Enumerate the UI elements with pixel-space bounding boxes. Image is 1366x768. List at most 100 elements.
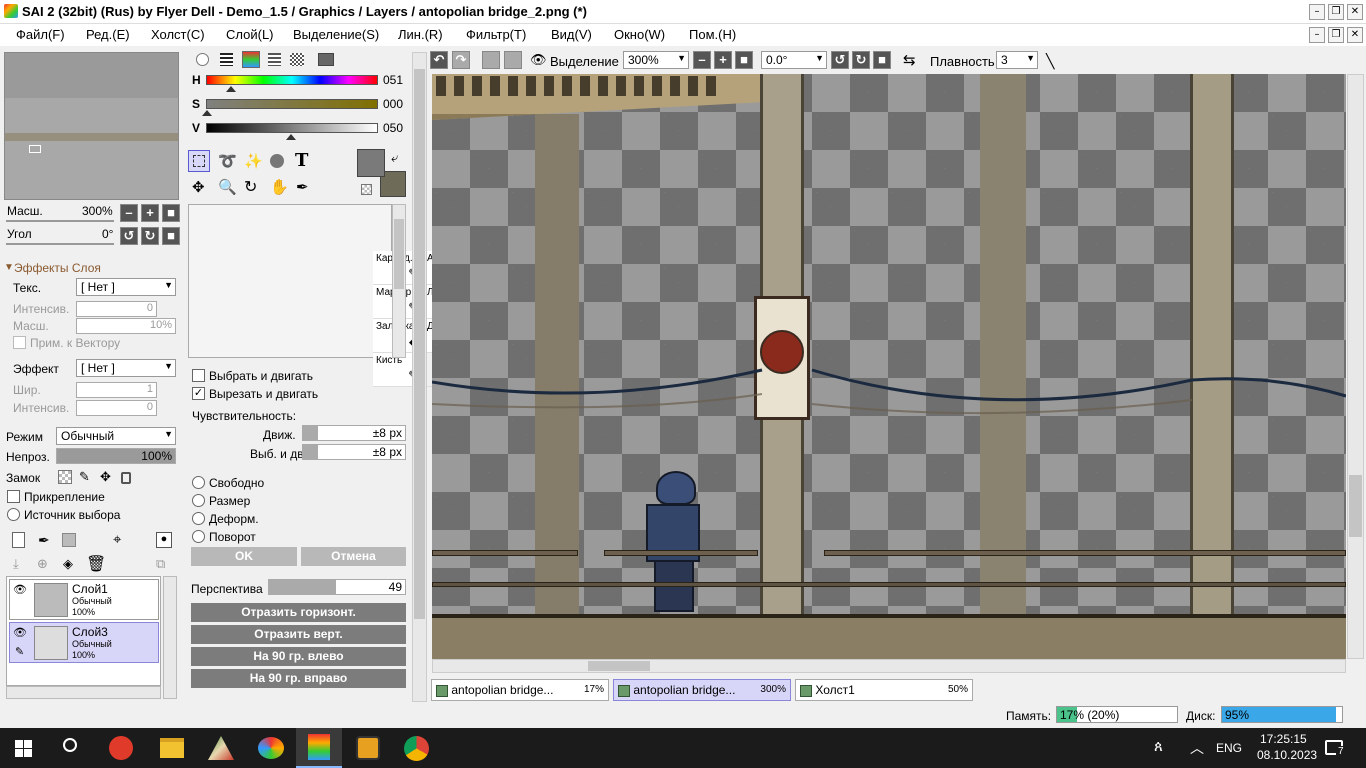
size-radio[interactable]: [192, 494, 205, 507]
person-icon[interactable]: ጰ: [1154, 738, 1163, 755]
clock-date[interactable]: 08.10.2023: [1257, 748, 1317, 762]
scratchpad-icon[interactable]: [318, 53, 334, 66]
rotate-radio[interactable]: [192, 530, 205, 543]
effects-header[interactable]: Эффекты Слоя: [14, 261, 101, 275]
hue-slider[interactable]: [206, 75, 378, 85]
rotate-90-right-button[interactable]: На 90 гр. вправо: [191, 669, 406, 688]
undo-button[interactable]: ↶: [430, 51, 448, 69]
toolbar-zoom-out-button[interactable]: –: [693, 51, 711, 69]
angle-slider[interactable]: [6, 243, 114, 245]
lock-all-icon[interactable]: [121, 472, 131, 484]
menu-ruler[interactable]: Лин.(R): [398, 27, 443, 42]
canvas-hscroll[interactable]: [432, 659, 1346, 673]
menu-selection[interactable]: Выделение(S): [293, 27, 379, 42]
layer-mask-icon[interactable]: ⧉: [156, 556, 165, 572]
magic-wand-icon[interactable]: ✨: [244, 152, 263, 170]
rect-select-icon[interactable]: [188, 150, 210, 172]
new-layer-icon[interactable]: [12, 532, 25, 548]
effects-expand-icon[interactable]: ▼: [4, 262, 14, 273]
minimize-icon[interactable]: –: [1309, 4, 1325, 20]
free-radio[interactable]: [192, 476, 205, 489]
eff-scale-slider[interactable]: 10%: [76, 318, 176, 334]
merge-down-icon[interactable]: ⤓: [13, 556, 19, 572]
canvas[interactable]: [432, 74, 1346, 659]
rgb-slider-icon[interactable]: [220, 53, 233, 66]
new-linework-layer-icon[interactable]: ✒: [38, 532, 50, 549]
perspective-slider[interactable]: 49: [268, 579, 406, 595]
deselect-button[interactable]: [482, 51, 500, 69]
winamp-icon[interactable]: [356, 736, 380, 760]
rotate-reset-button[interactable]: ■: [162, 227, 180, 245]
hue-handle[interactable]: [226, 86, 236, 92]
redo-button[interactable]: ↷: [452, 51, 470, 69]
flip-vertical-button[interactable]: Отразить верт.: [191, 625, 406, 644]
apply-vector-checkbox[interactable]: [13, 336, 26, 349]
rotate-90-left-button[interactable]: На 90 гр. влево: [191, 647, 406, 666]
menu-view[interactable]: Вид(V): [551, 27, 592, 42]
select-move-checkbox[interactable]: [192, 369, 205, 382]
flip-horizontal-button[interactable]: Отразить горизонт.: [191, 603, 406, 622]
rotate-left-button[interactable]: ↺: [120, 227, 138, 245]
layer-list-vscroll[interactable]: [163, 576, 177, 699]
clip-checkbox[interactable]: [7, 490, 20, 503]
primary-color-swatch[interactable]: [357, 149, 385, 177]
menu-edit[interactable]: Ред.(E): [86, 27, 130, 42]
menu-help[interactable]: Пом.(H): [689, 27, 736, 42]
opacity-slider[interactable]: 100%: [56, 448, 176, 464]
toolbar-zoom-in-button[interactable]: +: [714, 51, 732, 69]
sai-taskbar-item[interactable]: [296, 728, 342, 768]
value-slider[interactable]: [206, 123, 378, 133]
paint-app-icon[interactable]: [258, 737, 284, 759]
eyedropper-icon[interactable]: ✒: [296, 178, 309, 196]
doc-minimize-icon[interactable]: –: [1309, 27, 1325, 43]
saturation-handle[interactable]: [202, 110, 212, 116]
lock-move-icon[interactable]: ✥: [100, 469, 111, 485]
flip-view-icon[interactable]: ⇆: [903, 51, 916, 69]
layer-row[interactable]: 👁 ✎ Слой3 Обычный 100%: [9, 622, 159, 663]
layer-list-hscroll[interactable]: [6, 686, 161, 699]
zoom-select[interactable]: 300% ▼: [623, 51, 689, 69]
tools-panel-scrollbar[interactable]: [412, 52, 427, 702]
brush-grid-scrollbar[interactable]: [392, 204, 406, 358]
windows-start-icon[interactable]: [15, 740, 32, 757]
move-icon[interactable]: ✥: [192, 178, 205, 196]
shape-icon[interactable]: [270, 154, 284, 168]
scale-slider[interactable]: [6, 220, 114, 222]
source-radio[interactable]: [7, 508, 20, 521]
invert-selection-button[interactable]: [504, 51, 522, 69]
deform-radio[interactable]: [192, 512, 205, 525]
clear-layer-icon[interactable]: ◈: [63, 556, 73, 572]
hsv-slider-icon[interactable]: [242, 51, 260, 68]
search-icon[interactable]: [63, 738, 77, 752]
tomato-app-icon[interactable]: [109, 736, 133, 760]
menu-file[interactable]: Файл(F): [16, 27, 65, 42]
effect-select[interactable]: [ Нет ] ▼: [76, 359, 176, 377]
menu-layer[interactable]: Слой(L): [226, 27, 274, 42]
tab-doc-1[interactable]: antopolian bridge... 17%: [431, 679, 609, 701]
lock-transparency-icon[interactable]: [58, 470, 72, 484]
pen-pressure-icon[interactable]: ╲: [1046, 53, 1054, 70]
width-slider[interactable]: 1: [76, 382, 157, 398]
transparent-color-icon[interactable]: [361, 184, 372, 195]
language-indicator[interactable]: ENG: [1216, 741, 1242, 755]
mask-icon[interactable]: ●: [156, 532, 172, 548]
zoom-in-button[interactable]: +: [141, 204, 159, 222]
restore-icon[interactable]: ❐: [1328, 4, 1344, 20]
clock-time[interactable]: 17:25:15: [1260, 732, 1307, 746]
menu-filter[interactable]: Фильтр(T): [466, 27, 526, 42]
saturation-slider[interactable]: [206, 99, 378, 109]
merge-layer-icon[interactable]: ⊕: [37, 556, 48, 572]
intensity-slider[interactable]: 0: [76, 301, 157, 317]
zoom-reset-button[interactable]: ■: [162, 204, 180, 222]
lasso-icon[interactable]: ➰: [218, 152, 237, 170]
swatches-icon[interactable]: [290, 53, 304, 66]
hand-icon[interactable]: ✋: [270, 178, 289, 196]
swap-colors-icon[interactable]: ⤶: [391, 150, 398, 166]
menu-canvas[interactable]: Холст(C): [151, 27, 205, 42]
palette-icon[interactable]: [268, 53, 281, 66]
intensity2-slider[interactable]: 0: [76, 400, 157, 416]
menu-window[interactable]: Окно(W): [614, 27, 665, 42]
eye-icon[interactable]: 👁: [13, 583, 27, 596]
sel-move-sens-slider[interactable]: ±8 px: [302, 444, 406, 460]
texture-select[interactable]: [ Нет ] ▼: [76, 278, 176, 296]
